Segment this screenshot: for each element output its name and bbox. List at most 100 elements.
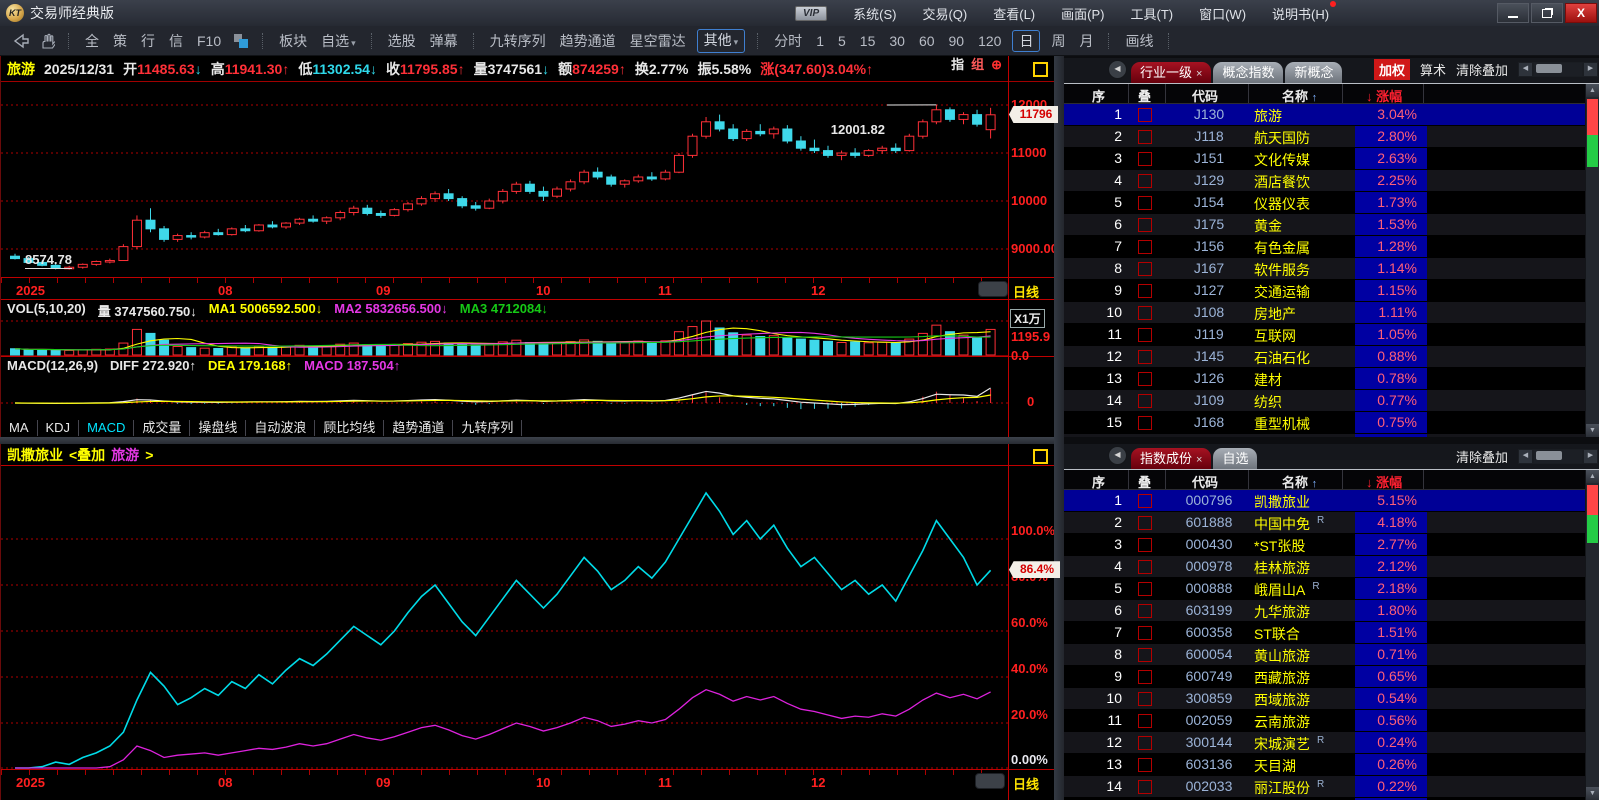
toolbar-item-趋势通道[interactable]: 趋势通道 [553, 31, 623, 51]
table-row[interactable]: 12300144宋城演艺R0.24% [1064, 732, 1585, 754]
overlay-checkbox[interactable] [1138, 350, 1152, 364]
table-row[interactable]: 10300859西域旅游0.54% [1064, 688, 1585, 710]
add-indicator-icon[interactable]: ⊕ [991, 56, 1002, 74]
overlay-checkbox[interactable] [1138, 306, 1152, 320]
toolbar-item-5[interactable]: 5 [831, 33, 853, 49]
period-label[interactable]: 日线 [1013, 774, 1039, 793]
table-row[interactable]: 8J167软件服务1.14% [1064, 258, 1585, 280]
indicator-tab-自动波浪[interactable]: 自动波浪 [246, 420, 315, 436]
back-arrow-icon[interactable] [10, 30, 32, 52]
table-row[interactable]: 12J145石油石化0.88% [1064, 346, 1585, 368]
scroll-down-button[interactable]: ▼ [1586, 787, 1599, 800]
toolbar-item-行[interactable]: 行 [134, 31, 162, 51]
table-row[interactable]: 7J156有色金属1.28% [1064, 236, 1585, 258]
scroll-track[interactable] [1533, 62, 1583, 77]
overlay-checkbox[interactable] [1138, 714, 1152, 728]
col-code[interactable]: 代码 [1192, 472, 1218, 491]
toolbar-item-30[interactable]: 30 [882, 33, 912, 49]
toolbar-item-全[interactable]: 全 [78, 31, 106, 51]
toolbar-item-弹幕[interactable]: 弹幕 [423, 31, 465, 51]
col-change[interactable]: ↓ 涨幅 [1366, 472, 1402, 491]
col-name[interactable]: 名称 ↑ [1282, 472, 1317, 491]
table-row[interactable]: 2601888中国中免R4.18% [1064, 512, 1585, 534]
table-row[interactable]: 4J129酒店餐饮2.25% [1064, 170, 1585, 192]
table-row[interactable]: 13603136天目湖0.26% [1064, 754, 1585, 776]
table-row[interactable]: 2J118航天国防2.80% [1064, 126, 1585, 148]
col-overlay[interactable]: 叠 [1138, 472, 1151, 491]
table-row[interactable]: 6603199九华旅游1.80% [1064, 600, 1585, 622]
overlay-checkbox[interactable] [1138, 670, 1152, 684]
overlay-checkbox[interactable] [1138, 328, 1152, 342]
toolbar-item-120[interactable]: 120 [971, 33, 1008, 49]
toolbar-item-F10[interactable]: F10 [190, 33, 228, 49]
toolbar-item-其他[interactable]: 其他▾ [697, 29, 746, 53]
vertical-scrollbar[interactable]: ▲▼ [1585, 470, 1599, 800]
scroll-thumb[interactable] [1536, 451, 1562, 460]
indicator-tab-成交量[interactable]: 成交量 [134, 420, 190, 436]
clear_overlay-button[interactable]: 清除叠加 [1456, 447, 1508, 466]
menu-item[interactable]: 系统(S) [853, 4, 896, 23]
overlay-checkbox[interactable] [1138, 108, 1152, 122]
toolbar-item-90[interactable]: 90 [942, 33, 972, 49]
chart-scrollbar-thumb[interactable] [975, 773, 1005, 789]
overlay-checkbox[interactable] [1138, 780, 1152, 794]
table-row[interactable]: 3J151文化传媒2.63% [1064, 148, 1585, 170]
table-row[interactable]: 9J127交通运输1.15% [1064, 280, 1585, 302]
overlay-checkbox[interactable] [1138, 152, 1152, 166]
sort-asc-icon[interactable]: ↑ [1312, 92, 1318, 104]
table-row[interactable]: 4000978桂林旅游2.12% [1064, 556, 1585, 578]
scroll-up-button[interactable]: ▲ [1586, 470, 1599, 483]
indicator-tab-MACD[interactable]: MACD [79, 420, 134, 436]
table-row[interactable]: 14002033丽江股份R0.22% [1064, 776, 1585, 798]
indicator-tab-MA[interactable]: MA [1, 420, 38, 436]
table-row[interactable]: 15J168重型机械0.75% [1064, 412, 1585, 434]
restore-button[interactable] [1531, 3, 1563, 23]
overlay-checkbox[interactable] [1138, 604, 1152, 618]
table-row[interactable]: 13J126建材0.78% [1064, 368, 1585, 390]
col-change[interactable]: ↓ 涨幅 [1366, 86, 1402, 105]
table-row[interactable]: 14J109纺织0.77% [1064, 390, 1585, 412]
panel-back-button[interactable]: ◀ [1108, 446, 1127, 465]
scroll-left-button[interactable]: ◀ [1518, 449, 1533, 464]
overlap-squares-icon[interactable] [230, 30, 252, 52]
hand-icon[interactable] [36, 30, 58, 52]
overlay-checkbox[interactable] [1138, 736, 1152, 750]
indicator-tab-趋势通道[interactable]: 趋势通道 [384, 420, 453, 436]
vertical-splitter[interactable] [1054, 56, 1064, 800]
overlay-checkbox[interactable] [1138, 240, 1152, 254]
toolbar-item-板块[interactable]: 板块 [272, 31, 314, 51]
table-row[interactable]: 8600054黄山旅游0.71% [1064, 644, 1585, 666]
tab-概念指数[interactable]: 概念指数 [1213, 62, 1283, 83]
toolbar-item-选股[interactable]: 选股 [381, 31, 423, 51]
menu-item[interactable]: 画面(P) [1061, 4, 1104, 23]
overlay-checkbox[interactable] [1138, 416, 1152, 430]
indicator-tab-KDJ[interactable]: KDJ [38, 420, 80, 436]
toolbar-item-九转序列[interactable]: 九转序列 [483, 31, 553, 51]
maximize-pane-icon[interactable] [1033, 449, 1048, 464]
close-tab-icon[interactable]: × [1196, 454, 1202, 466]
clear_overlay-button[interactable]: 清除叠加 [1456, 60, 1508, 79]
menu-item[interactable]: 查看(L) [993, 4, 1035, 23]
indicator-tool[interactable]: 指 [951, 56, 964, 74]
horizontal-scrollbar[interactable]: ◀▶ [1518, 449, 1598, 464]
menu-item[interactable]: 交易(Q) [922, 4, 967, 23]
overlay-checkbox[interactable] [1138, 626, 1152, 640]
tab-指数成份[interactable]: 指数成份× [1131, 448, 1211, 469]
overlay-checkbox[interactable] [1138, 516, 1152, 530]
table-row[interactable]: 1000796凯撒旅业5.15% [1064, 490, 1585, 512]
scroll-right-button[interactable]: ▶ [1583, 449, 1598, 464]
macd-panel[interactable]: MACD(12,26,9) DIFF 272.920↑DEA 179.168↑M… [1, 356, 1055, 419]
menu-item[interactable]: 说明书(H) [1272, 4, 1329, 23]
overlay-checkbox[interactable] [1138, 284, 1152, 298]
sort-asc-icon[interactable]: ↑ [1312, 478, 1318, 490]
toolbar-item-周[interactable]: 周 [1044, 31, 1072, 51]
scroll-up-button[interactable]: ▲ [1586, 84, 1599, 97]
overlay-checkbox[interactable] [1138, 758, 1152, 772]
toolbar-item-月[interactable]: 月 [1072, 31, 1100, 51]
table-row[interactable]: 6J175黄金1.53% [1064, 214, 1585, 236]
col-overlay[interactable]: 叠 [1138, 86, 1151, 105]
arithmetic-button[interactable]: 算术 [1420, 60, 1446, 79]
table-row[interactable]: 5J154仪器仪表1.73% [1064, 192, 1585, 214]
tab-新概念[interactable]: 新概念 [1285, 62, 1342, 83]
toolbar-item-60[interactable]: 60 [912, 33, 942, 49]
